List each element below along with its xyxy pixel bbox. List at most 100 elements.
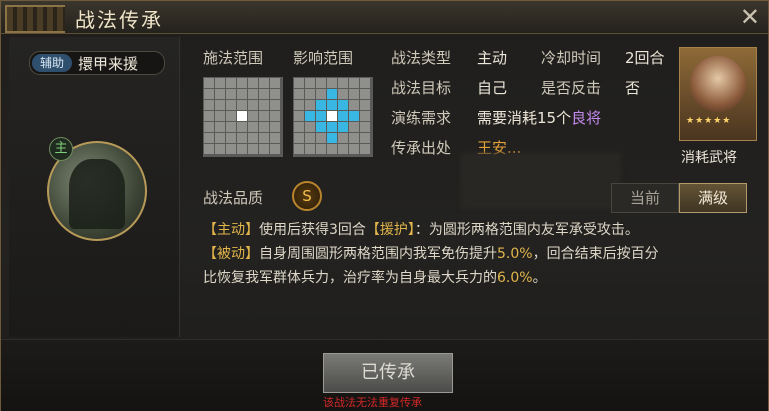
grid-cell <box>226 78 236 88</box>
counter-label: 是否反击 <box>541 79 602 97</box>
grid-cell <box>349 100 359 110</box>
grid-cell <box>349 144 359 154</box>
grid-cell <box>259 111 269 121</box>
grid-cell <box>360 89 370 99</box>
grid-cell <box>349 133 359 143</box>
req-label: 演练需求 <box>391 109 452 127</box>
grid-cell <box>349 78 359 88</box>
skill-name-row: 辅助 擐甲来援 <box>29 51 165 75</box>
grid-cell <box>204 122 214 132</box>
grid-cell <box>215 122 225 132</box>
desc-text: ，回合结束后按百分 <box>532 246 659 262</box>
grid-cell <box>360 100 370 110</box>
warning-text: 该战法无法重复传承 <box>323 396 422 409</box>
blurred-area <box>461 153 621 209</box>
grid-cell <box>338 133 348 143</box>
grid-cell <box>294 144 304 154</box>
grid-cell <box>204 89 214 99</box>
warrior-silhouette <box>69 159 125 229</box>
skill-left-panel: 辅助 擐甲来援 主 <box>9 37 180 337</box>
grid-cell <box>248 122 258 132</box>
grid-cell <box>204 100 214 110</box>
desc-text: 比恢复我军群体兵力，治疗率为自身最大兵力的 <box>203 270 497 286</box>
grid-cell <box>294 122 304 132</box>
level-current-tab[interactable]: 当前 <box>611 183 679 213</box>
skill-inherit-window: 战法传承 ✕ 辅助 擐甲来援 主 施法范围 影响范围 战法类型 主动 冷却时间 … <box>0 0 769 411</box>
portrait-badge: 主 <box>49 137 73 161</box>
grid-cell <box>259 100 269 110</box>
support-key: 【援护】 <box>365 222 415 238</box>
grid-cell <box>248 100 258 110</box>
grid-cell <box>360 122 370 132</box>
grid-cell <box>259 89 269 99</box>
window-title: 战法传承 <box>75 8 163 32</box>
grid-cell <box>259 122 269 132</box>
grid-cell <box>294 111 304 121</box>
grid-cell <box>294 100 304 110</box>
grid-cell <box>294 78 304 88</box>
grid-cell <box>349 122 359 132</box>
grid-cell <box>226 122 236 132</box>
grid-cell <box>248 111 258 121</box>
grid-cell <box>237 78 247 88</box>
grid-cell <box>237 100 247 110</box>
desc-text: ：为圆形两格范围内友军承受攻击。 <box>414 222 639 238</box>
grid-cell <box>237 144 247 154</box>
grid-cell <box>237 111 247 121</box>
grid-cell <box>215 133 225 143</box>
active-key: 【主动】 <box>203 222 259 238</box>
grid-cell <box>327 89 337 99</box>
grid-cell <box>248 78 258 88</box>
grid-cell <box>327 122 337 132</box>
grid-cell <box>204 78 214 88</box>
grid-cell <box>294 133 304 143</box>
grid-cell <box>338 100 348 110</box>
grid-cell <box>237 122 247 132</box>
grid-cell <box>226 133 236 143</box>
grid-cell <box>349 89 359 99</box>
grid-cell <box>327 133 337 143</box>
source-label: 传承出处 <box>391 139 452 157</box>
desc-line-2: 【被动】自身周围圆形两格范围内我军免伤提升5.0%，回合结束后按百分 <box>203 243 659 263</box>
grid-cell <box>305 144 315 154</box>
counter-value: 否 <box>625 79 641 97</box>
desc-text: 。 <box>532 270 547 286</box>
grid-cell <box>338 111 348 121</box>
inherited-button[interactable]: 已传承 <box>323 353 453 393</box>
grid-cell <box>316 78 326 88</box>
grid-cell <box>248 89 258 99</box>
level-max-tab[interactable]: 满级 <box>679 183 747 213</box>
req-value: 需要消耗15个良将 <box>477 107 601 128</box>
desc-line-1: 【主动】使用后获得3回合【援护】：为圆形两格范围内友军承受攻击。 <box>203 219 639 239</box>
grid-cell <box>270 89 280 99</box>
skill-tag: 辅助 <box>32 54 72 72</box>
consume-general-card[interactable]: ★★★★★ <box>679 47 757 141</box>
grid-cell <box>327 144 337 154</box>
desc-text: 使用后获得3回合 <box>259 222 366 238</box>
consume-label: 消耗武将 <box>681 150 737 166</box>
desc-text: 自身周围圆形两格范围内我军免伤提升 <box>259 246 497 262</box>
grid-cell <box>316 100 326 110</box>
grid-cell <box>248 133 258 143</box>
quality-badge: S <box>292 181 322 211</box>
grid-cell <box>360 78 370 88</box>
grid-cell <box>226 111 236 121</box>
grid-cell <box>316 144 326 154</box>
grid-cell <box>338 144 348 154</box>
grid-cell <box>215 111 225 121</box>
grid-cell <box>215 100 225 110</box>
skill-name: 擐甲来援 <box>78 55 139 73</box>
close-icon[interactable]: ✕ <box>740 3 760 31</box>
grid-cell <box>338 89 348 99</box>
grid-cell <box>259 144 269 154</box>
quality-label: 战法品质 <box>203 189 264 207</box>
grid-cell <box>226 89 236 99</box>
effect-range-grid <box>293 77 373 157</box>
grid-cell <box>360 133 370 143</box>
grid-cell <box>270 100 280 110</box>
grid-cell <box>259 78 269 88</box>
desc-line-3: 比恢复我军群体兵力，治疗率为自身最大兵力的6.0%。 <box>203 267 547 287</box>
grid-cell <box>204 133 214 143</box>
target-value: 自己 <box>477 79 508 97</box>
cd-value: 2回合 <box>625 49 665 67</box>
